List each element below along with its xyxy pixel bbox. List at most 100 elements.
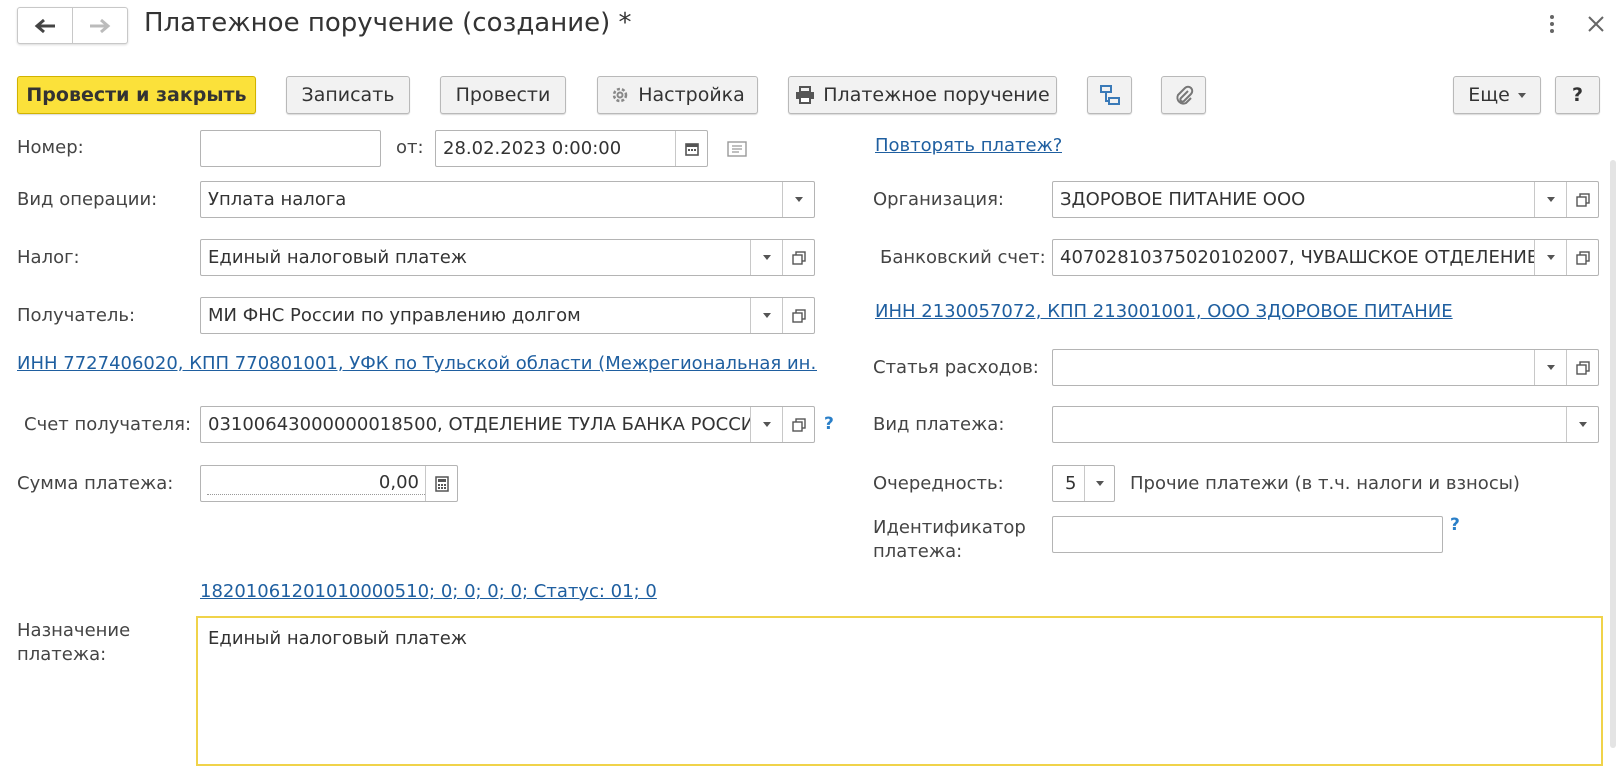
settings-button[interactable]: Настройка bbox=[597, 76, 758, 114]
amount-label: Сумма платежа: bbox=[17, 473, 174, 494]
open-window-icon bbox=[1575, 192, 1590, 207]
recipient-account-dropdown[interactable] bbox=[750, 407, 782, 442]
structure-button[interactable] bbox=[1087, 76, 1132, 114]
recipient-account-help-icon[interactable]: ? bbox=[824, 414, 834, 434]
number-label: Номер: bbox=[17, 137, 84, 158]
chevron-down-icon bbox=[1546, 365, 1555, 370]
open-window-icon bbox=[1575, 250, 1590, 265]
open-window-icon bbox=[791, 417, 806, 432]
post-button[interactable]: Провести bbox=[440, 76, 566, 114]
payment-type-dropdown[interactable] bbox=[1566, 407, 1598, 442]
history-nav bbox=[17, 7, 128, 44]
calendar-button[interactable] bbox=[675, 131, 707, 166]
tax-dropdown[interactable] bbox=[750, 240, 782, 275]
recipient-dropdown[interactable] bbox=[750, 298, 782, 333]
bank-account-label: Банковский счет: bbox=[880, 247, 1046, 268]
expense-item-dropdown[interactable] bbox=[1534, 350, 1566, 385]
tax-open-button[interactable] bbox=[782, 240, 814, 275]
priority-dropdown[interactable] bbox=[1084, 466, 1114, 501]
tax-label: Налог: bbox=[17, 247, 80, 268]
organization-inn-link[interactable]: ИНН 2130057072, КПП 213001001, ООО ЗДОРО… bbox=[875, 301, 1453, 322]
operation-type-value: Уплата налога bbox=[208, 189, 347, 210]
purpose-textarea[interactable]: Единый налоговый платеж bbox=[196, 616, 1603, 766]
chevron-down-icon bbox=[762, 313, 771, 318]
chevron-down-icon bbox=[1546, 197, 1555, 202]
save-button[interactable]: Записать bbox=[286, 76, 410, 114]
arrow-left-icon bbox=[34, 18, 55, 33]
payment-type-label: Вид платежа: bbox=[873, 414, 1005, 435]
chevron-down-icon bbox=[762, 422, 771, 427]
organization-open-button[interactable] bbox=[1566, 182, 1598, 217]
number-input[interactable] bbox=[200, 130, 381, 167]
open-window-icon bbox=[1575, 360, 1590, 375]
back-button[interactable] bbox=[18, 8, 73, 43]
organization-label: Организация: bbox=[873, 189, 1004, 210]
chevron-down-icon bbox=[1546, 255, 1555, 260]
chevron-down-icon bbox=[794, 197, 803, 202]
more-vertical-icon[interactable] bbox=[1540, 12, 1564, 36]
bank-account-value: 40702810375020102007, ЧУВАШСКОЕ ОТДЕЛЕНИ… bbox=[1060, 247, 1534, 268]
amount-input[interactable]: 0,00 bbox=[200, 465, 458, 502]
expense-item-open-button[interactable] bbox=[1566, 350, 1598, 385]
open-window-icon bbox=[791, 250, 806, 265]
payment-id-label-line1: Идентификатор bbox=[873, 517, 1026, 538]
payment-id-help-icon[interactable]: ? bbox=[1450, 515, 1460, 535]
vertical-scrollbar[interactable] bbox=[1610, 160, 1616, 748]
paperclip-icon bbox=[1175, 85, 1193, 105]
purpose-value: Единый налоговый платеж bbox=[208, 628, 468, 649]
arrow-right-icon bbox=[90, 18, 111, 33]
recipient-open-button[interactable] bbox=[782, 298, 814, 333]
recipient-select[interactable]: МИ ФНС России по управлению долгом bbox=[200, 297, 815, 334]
calculator-icon bbox=[434, 475, 449, 492]
recipient-value: МИ ФНС России по управлению долгом bbox=[208, 305, 581, 326]
close-icon[interactable] bbox=[1584, 12, 1608, 36]
organization-dropdown[interactable] bbox=[1534, 182, 1566, 217]
amount-value: 0,00 bbox=[207, 472, 425, 495]
forward-button[interactable] bbox=[73, 8, 127, 43]
chevron-down-icon bbox=[762, 255, 771, 260]
date-input[interactable]: 28.02.2023 0:00:00 bbox=[435, 130, 708, 167]
operation-type-select[interactable]: Уплата налога bbox=[200, 181, 815, 218]
printer-icon bbox=[796, 86, 815, 104]
organization-select[interactable]: ЗДОРОВОЕ ПИТАНИЕ ООО bbox=[1052, 181, 1599, 218]
chevron-down-icon bbox=[1578, 422, 1587, 427]
window-title: Платежное поручение (создание) * bbox=[144, 8, 632, 38]
purpose-label-line1: Назначение bbox=[17, 620, 131, 641]
more-button[interactable]: Еще bbox=[1453, 76, 1541, 114]
hierarchy-icon bbox=[1099, 85, 1120, 105]
payment-order-label: Платежное поручение bbox=[823, 84, 1050, 106]
attach-button[interactable] bbox=[1161, 76, 1206, 114]
purpose-label-line2: платежа: bbox=[17, 644, 107, 665]
expense-item-select[interactable] bbox=[1052, 349, 1599, 386]
priority-select[interactable]: 5 bbox=[1052, 465, 1115, 502]
help-button[interactable]: ? bbox=[1555, 76, 1600, 114]
recipient-account-select[interactable]: 03100643000000018500, ОТДЕЛЕНИЕ ТУЛА БАН… bbox=[200, 406, 815, 443]
payment-id-input[interactable] bbox=[1052, 516, 1443, 553]
bank-account-open-button[interactable] bbox=[1566, 240, 1598, 275]
comment-icon[interactable] bbox=[727, 141, 747, 162]
priority-label: Очередность: bbox=[873, 473, 1004, 494]
payment-type-select[interactable] bbox=[1052, 406, 1599, 443]
organization-value: ЗДОРОВОЕ ПИТАНИЕ ООО bbox=[1060, 189, 1306, 210]
recipient-inn-link[interactable]: ИНН 7727406020, КПП 770801001, УФК по Ту… bbox=[17, 353, 817, 374]
post-and-close-button[interactable]: Провести и закрыть bbox=[17, 76, 256, 114]
bank-account-dropdown[interactable] bbox=[1534, 240, 1566, 275]
calendar-icon bbox=[684, 142, 699, 156]
operation-type-label: Вид операции: bbox=[17, 189, 158, 210]
calculator-button[interactable] bbox=[425, 466, 457, 501]
repeat-payment-link[interactable]: Повторять платеж? bbox=[875, 135, 1062, 156]
date-value: 28.02.2023 0:00:00 bbox=[443, 138, 622, 159]
budget-classification-link[interactable]: 18201061201010000510; 0; 0; 0; 0; Статус… bbox=[200, 581, 657, 602]
recipient-account-open-button[interactable] bbox=[782, 407, 814, 442]
settings-label: Настройка bbox=[638, 84, 745, 106]
operation-type-dropdown[interactable] bbox=[782, 182, 814, 217]
recipient-label: Получатель: bbox=[17, 305, 136, 326]
tax-select[interactable]: Единый налоговый платеж bbox=[200, 239, 815, 276]
more-label: Еще bbox=[1468, 84, 1510, 106]
tax-value: Единый налоговый платеж bbox=[208, 247, 468, 268]
payment-id-label-line2: платежа: bbox=[873, 541, 963, 562]
payment-order-print-button[interactable]: Платежное поручение bbox=[788, 76, 1057, 114]
recipient-account-label: Счет получателя: bbox=[24, 414, 192, 435]
bank-account-select[interactable]: 40702810375020102007, ЧУВАШСКОЕ ОТДЕЛЕНИ… bbox=[1052, 239, 1599, 276]
priority-description: Прочие платежи (в т.ч. налоги и взносы) bbox=[1130, 473, 1520, 494]
